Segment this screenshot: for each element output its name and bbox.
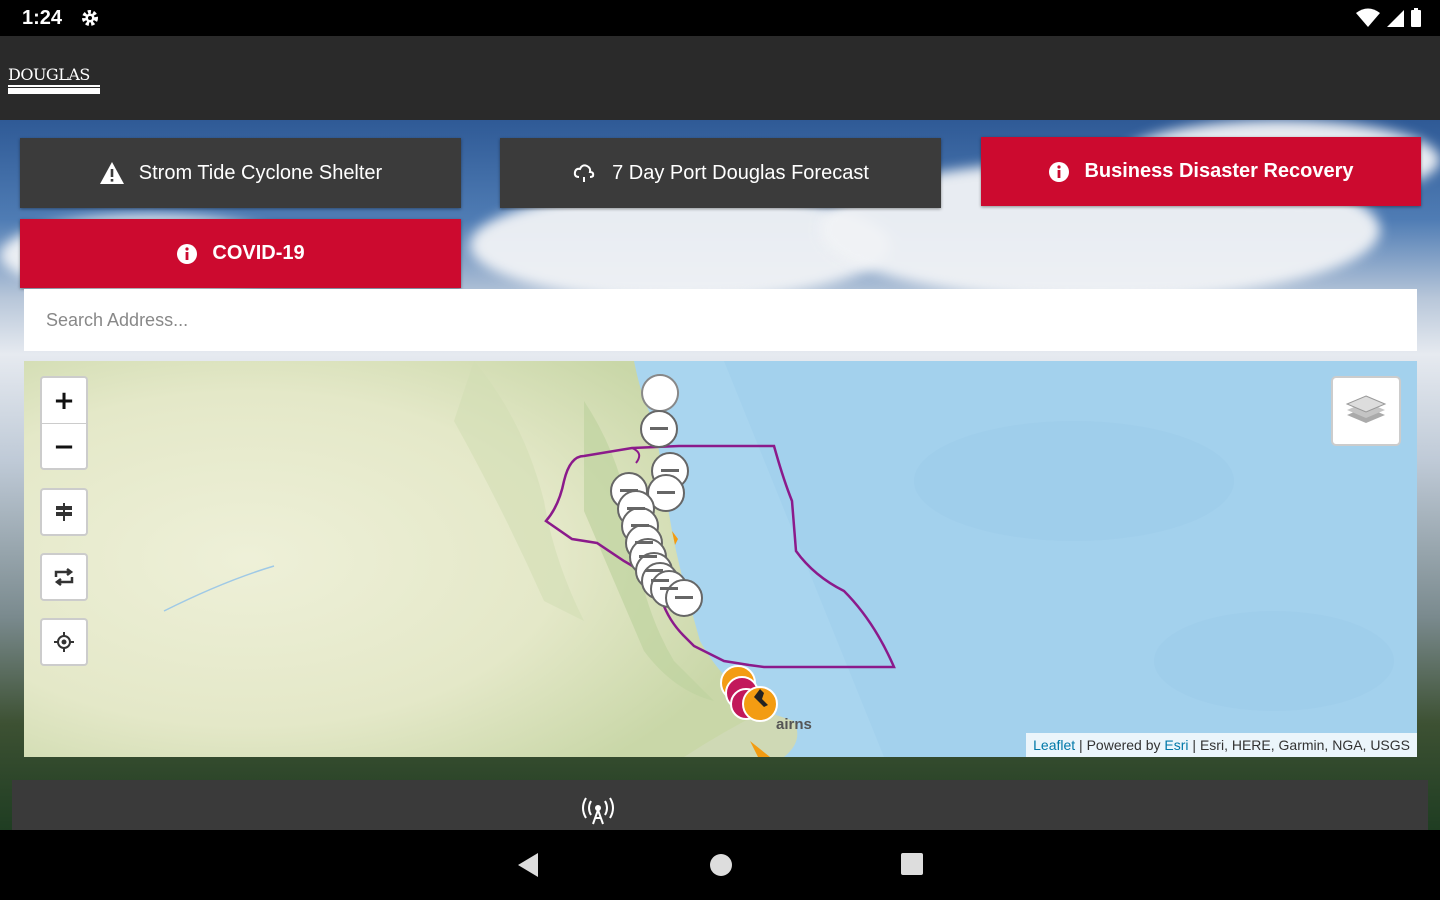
basemap [24,361,1417,757]
back-icon[interactable] [516,852,540,878]
logo-subtext-bar [8,88,100,94]
leaflet-link[interactable]: Leaflet [1033,737,1075,753]
forecast-label: 7 Day Port Douglas Forecast [612,161,869,184]
repeat-icon [54,568,74,586]
main-content: Strom Tide Cyclone Shelter 7 Day Port Do… [0,120,1440,830]
navigation-bar [0,830,1440,900]
signal-icon [1387,10,1404,27]
info-icon [1049,161,1070,182]
recents-icon[interactable] [900,852,924,876]
bottom-panel[interactable] [12,780,1428,830]
business-disaster-recovery-button[interactable]: Business Disaster Recovery [981,137,1421,206]
battery-icon [1411,8,1421,27]
location-target-icon [54,632,74,652]
status-icons [1356,8,1422,28]
zoom-control: + − [40,376,88,470]
douglas-shire-logo[interactable]: DOUGLAS [8,66,100,98]
gear-icon [82,10,98,26]
broadcast-icon[interactable] [579,796,617,826]
search-address-input[interactable] [24,289,1417,351]
layers-button[interactable] [1331,376,1401,446]
logo-divider [8,85,100,87]
app-bar: DOUGLAS [0,36,1440,120]
warning-icon [99,162,124,184]
covid-19-button[interactable]: COVID-19 [20,219,461,288]
esri-link[interactable]: Esri [1164,737,1188,753]
map-view[interactable]: airns + − Leaflet | Powered by Esri | Es… [24,361,1417,757]
business-recovery-label: Business Disaster Recovery [1084,160,1354,182]
home-icon[interactable] [708,852,734,878]
locate-me-button[interactable] [40,618,88,666]
signpost-icon [56,503,72,521]
covid-label: COVID-19 [212,242,305,264]
storm-tide-cyclone-shelter-button[interactable]: Strom Tide Cyclone Shelter [20,138,461,208]
data-sources-text: | Esri, HERE, Garmin, NGA, USGS [1188,737,1410,753]
port-douglas-forecast-button[interactable]: 7 Day Port Douglas Forecast [500,138,941,208]
logo-text: DOUGLAS [8,65,90,84]
status-bar: 1:24 [0,0,1440,36]
wifi-icon [1356,8,1380,27]
storm-tide-label: Strom Tide Cyclone Shelter [138,161,383,184]
map-attribution: Leaflet | Powered by Esri | Esri, HERE, … [1026,733,1417,757]
cloud-icon [573,164,595,182]
map-label-cairns: airns [776,716,812,733]
status-time: 1:24 [22,7,63,29]
filter-button[interactable] [40,488,88,536]
info-icon [177,243,198,264]
zoom-in-button[interactable]: + [42,378,86,423]
refresh-button[interactable] [40,553,88,601]
zoom-out-button[interactable]: − [42,423,86,469]
powered-by-text: | Powered by [1075,737,1165,753]
layers-icon [1345,395,1387,423]
